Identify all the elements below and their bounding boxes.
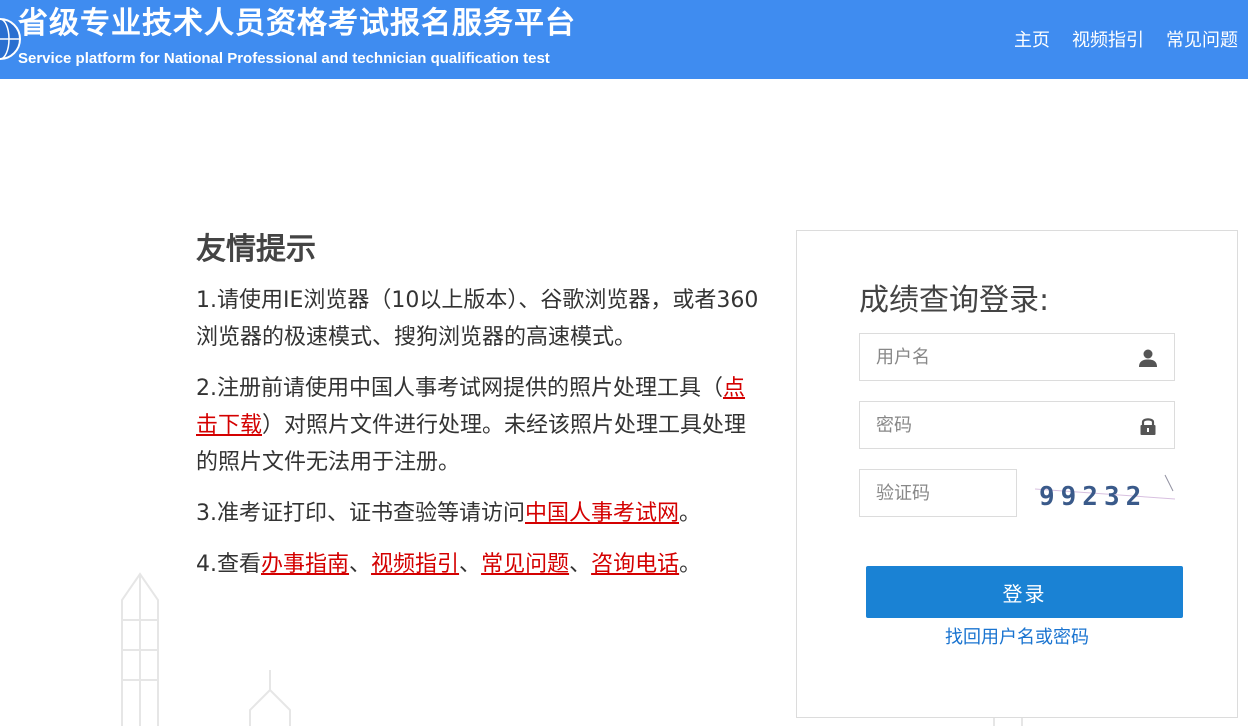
contact-phone-link[interactable]: 咨询电话 bbox=[591, 552, 679, 577]
header: 省级专业技术人员资格考试报名服务平台 Service platform for … bbox=[0, 0, 1248, 79]
nav-faq[interactable]: 常见问题 bbox=[1166, 26, 1238, 52]
tip-text: 。 bbox=[679, 552, 702, 577]
cpta-website-link[interactable]: 中国人事考试网 bbox=[525, 501, 679, 526]
guide-link[interactable]: 办事指南 bbox=[261, 552, 349, 577]
lock-icon bbox=[1140, 418, 1156, 435]
friendly-tips: 友情提示 1.请使用IE浏览器（10以上版本）、谷歌浏览器，或者360浏览器的极… bbox=[196, 230, 776, 597]
tip-separator: 、 bbox=[349, 552, 372, 577]
site-subtitle: Service platform for National Profession… bbox=[18, 50, 550, 67]
video-guide-link[interactable]: 视频指引 bbox=[371, 552, 459, 577]
tip-text: 4.查看 bbox=[196, 552, 261, 577]
password-input[interactable] bbox=[860, 402, 1174, 448]
captcha-image[interactable]: 99232 bbox=[1035, 471, 1175, 517]
tip-text: 。 bbox=[679, 501, 702, 526]
nav-home[interactable]: 主页 bbox=[1014, 26, 1050, 52]
tip-admission-ticket: 3.准考证打印、证书查验等请访问中国人事考试网。 bbox=[196, 495, 766, 532]
user-icon bbox=[1139, 349, 1157, 367]
tip-text: ）对照片文件进行处理。未经该照片处理工具处理的照片文件无法用于注册。 bbox=[196, 413, 747, 475]
tip-separator: 、 bbox=[459, 552, 482, 577]
tip-text: 2.注册前请使用中国人事考试网提供的照片处理工具（ bbox=[196, 376, 723, 401]
captcha-field-wrapper bbox=[859, 469, 1017, 517]
top-nav: 主页 视频指引 常见问题 bbox=[1014, 26, 1238, 52]
nav-video-guide[interactable]: 视频指引 bbox=[1072, 26, 1144, 52]
username-field-wrapper bbox=[859, 333, 1175, 381]
login-button[interactable]: 登录 bbox=[866, 566, 1183, 618]
tip-photo-tool: 2.注册前请使用中国人事考试网提供的照片处理工具（点击下载）对照片文件进行处理。… bbox=[196, 370, 766, 481]
tips-title: 友情提示 bbox=[196, 232, 316, 267]
username-input[interactable] bbox=[860, 334, 1174, 380]
tip-separator: 、 bbox=[569, 552, 592, 577]
faq-link[interactable]: 常见问题 bbox=[481, 552, 569, 577]
tip-text: 3.准考证打印、证书查验等请访问 bbox=[196, 501, 525, 526]
forgot-credentials-link[interactable]: 找回用户名或密码 bbox=[797, 623, 1237, 649]
login-title: 成绩查询登录: bbox=[859, 283, 1050, 318]
captcha-input[interactable] bbox=[860, 470, 1016, 516]
tip-help-links: 4.查看办事指南、视频指引、常见问题、咨询电话。 bbox=[196, 546, 766, 583]
site-title: 省级专业技术人员资格考试报名服务平台 bbox=[18, 6, 576, 41]
captcha-text: 99232 bbox=[1039, 482, 1147, 512]
tip-browser: 1.请使用IE浏览器（10以上版本）、谷歌浏览器，或者360浏览器的极速模式、搜… bbox=[196, 288, 759, 350]
login-panel: 成绩查询登录: 99232 登录 找回用户名或密码 bbox=[796, 230, 1238, 718]
password-field-wrapper bbox=[859, 401, 1175, 449]
